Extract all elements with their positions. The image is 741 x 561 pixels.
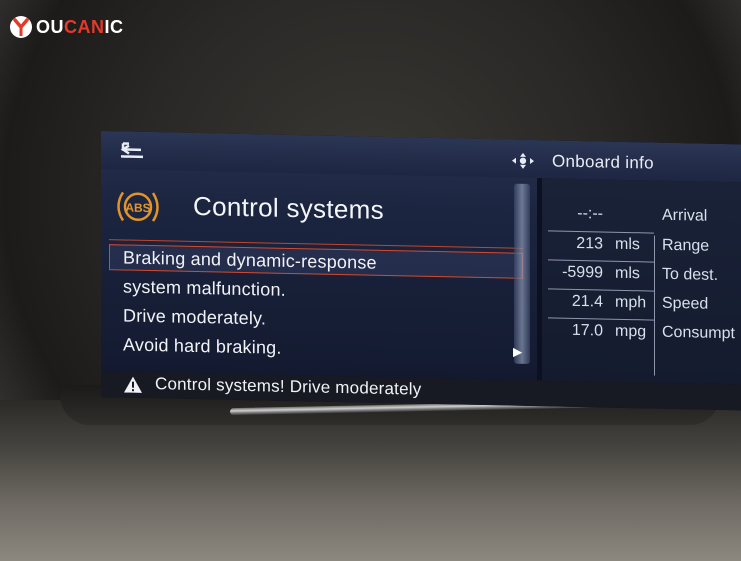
- wrench-logo-icon: [8, 14, 34, 40]
- info-value: 21.4: [571, 292, 603, 311]
- info-value: --:--: [577, 204, 603, 223]
- onboard-info-panel: --:-- Arrival 213 mls Range -5999 mls To…: [542, 178, 741, 385]
- info-unit: mls: [615, 264, 640, 283]
- controller-direction-icon: [511, 152, 535, 171]
- info-value: 17.0: [571, 321, 603, 340]
- message-title: Control systems: [193, 190, 384, 225]
- info-value: -5999: [562, 263, 603, 282]
- warning-triangle-icon: [123, 375, 143, 393]
- info-row-speed: 21.4 mph Speed: [542, 288, 741, 321]
- svg-text:ABS: ABS: [125, 201, 150, 216]
- info-row-range: 213 mls Range: [542, 230, 741, 263]
- info-unit: mls: [615, 235, 640, 254]
- onboard-info-title: Onboard info: [552, 151, 654, 173]
- abs-warning-icon: ABS: [117, 187, 159, 226]
- info-value: 213: [576, 234, 603, 253]
- scroll-down-arrow-icon[interactable]: ▶: [513, 345, 522, 359]
- info-row-consumption: 17.0 mpg Consumpt: [542, 317, 741, 350]
- back-arrow-icon[interactable]: [119, 139, 147, 162]
- scrollbar[interactable]: [514, 183, 530, 364]
- youcanic-logo: OUCANIC: [8, 12, 124, 42]
- info-label: Speed: [662, 294, 709, 313]
- info-unit: mpg: [615, 322, 647, 341]
- info-label: Range: [662, 236, 710, 255]
- info-label: Consumpt: [662, 323, 735, 343]
- info-unit: mph: [615, 293, 647, 312]
- message-line: system malfunction.: [123, 276, 286, 300]
- idrive-screen: Onboard info ABS Control systems Braking…: [101, 131, 741, 411]
- message-line: Drive moderately.: [123, 305, 267, 329]
- info-label: To dest.: [662, 265, 719, 284]
- logo-text: OUCANIC: [36, 16, 124, 37]
- info-row-arrival: --:-- Arrival: [542, 200, 741, 233]
- info-label: Arrival: [662, 206, 708, 225]
- info-row-to-dest: -5999 mls To dest.: [542, 259, 741, 292]
- message-line: Avoid hard braking.: [123, 334, 282, 358]
- status-message: Control systems! Drive moderately: [155, 374, 422, 399]
